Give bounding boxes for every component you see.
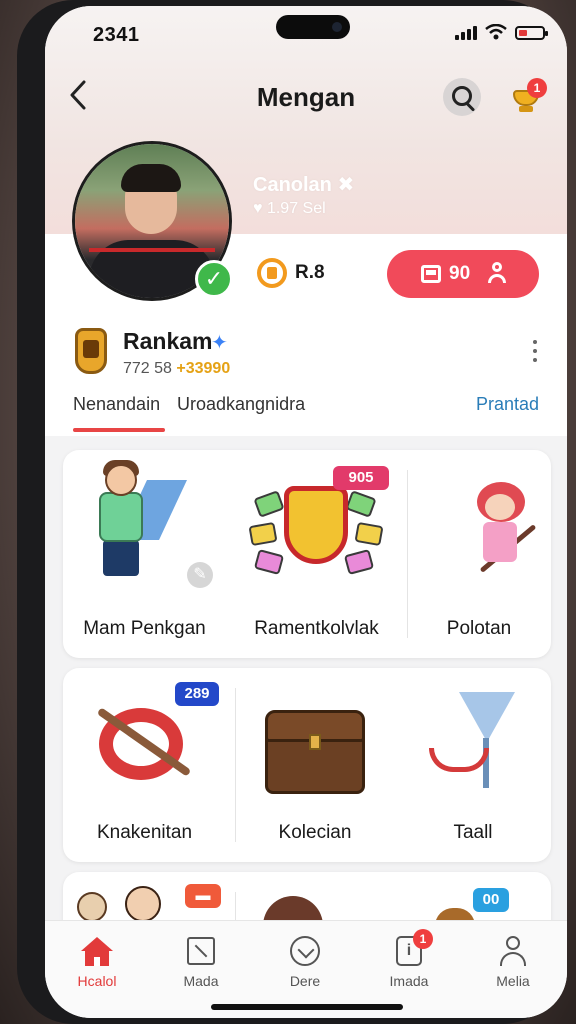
grid-item-mam-penkgan[interactable]: ✎ xyxy=(63,450,226,610)
battery-icon xyxy=(515,26,548,40)
rank-emblem-icon xyxy=(75,328,107,374)
star-icon: ✦ xyxy=(211,332,228,354)
coin-value: R.8 xyxy=(295,262,325,283)
nav-label: Melia xyxy=(496,973,530,989)
grid-item-label: Taall xyxy=(453,822,493,843)
home-indicator[interactable] xyxy=(211,1004,403,1010)
nav-item-melia[interactable]: Melia xyxy=(461,935,565,989)
home-icon xyxy=(81,935,113,967)
camera-icon xyxy=(332,22,342,32)
ticket-icon xyxy=(421,265,441,283)
add-friend-icon xyxy=(487,262,507,284)
status-time: 2341 xyxy=(93,24,140,46)
notification-count-badge: 1 xyxy=(527,78,547,98)
grid-item-label: Knakenitan xyxy=(96,822,193,843)
nav-label: Mada xyxy=(183,973,219,989)
edit-icon[interactable]: ✎ xyxy=(187,562,213,588)
heart-icon xyxy=(289,935,321,967)
item-count-badge: 00 xyxy=(473,888,509,912)
wifi-icon xyxy=(485,24,507,40)
nav-item-home[interactable]: Hcalol xyxy=(45,935,149,989)
feature-card-row-2: 289 Knakenitan Kolecian Taall xyxy=(63,668,551,862)
follow-button-label: 90 xyxy=(449,263,471,284)
grid-item-polotan[interactable] xyxy=(407,450,551,610)
page-title: Mengan xyxy=(256,82,356,112)
nav-item-dere[interactable]: Dere xyxy=(253,935,357,989)
more-options-icon[interactable] xyxy=(531,340,539,367)
info-icon: i 1 xyxy=(393,929,433,967)
item-count-badge: 289 xyxy=(175,682,219,706)
tab-prantad[interactable]: Prantad xyxy=(476,394,539,415)
grid-item-kolecian[interactable] xyxy=(235,668,395,818)
grid-item-taall[interactable] xyxy=(395,668,551,818)
grid-item-label: Kolecian xyxy=(278,822,352,843)
verified-check-icon: ✓ xyxy=(195,260,233,298)
app-screen: 2341 Mengan 1 ✓ Canolan ✖ ♥ 1.97 Sel R.8… xyxy=(45,6,567,1018)
profile-stats: ♥ 1.97 Sel xyxy=(253,200,326,217)
status-icons xyxy=(455,24,548,40)
character-icon xyxy=(77,892,107,922)
hot-badge: ▬ xyxy=(185,884,221,908)
nav-badge: 1 xyxy=(413,929,433,949)
follow-button[interactable]: 90 xyxy=(387,250,539,298)
box-icon xyxy=(185,935,217,967)
rank-stats: 772 58 +33990 xyxy=(123,360,230,378)
nav-label: Dere xyxy=(289,973,321,989)
coin-icon xyxy=(257,258,287,288)
funnel-trophy-icon xyxy=(459,692,515,742)
tab-nenandain[interactable]: Nenandain xyxy=(73,394,160,415)
search-button[interactable] xyxy=(443,78,481,116)
rank-points: +33990 xyxy=(176,360,231,377)
profile-name: Canolan ✖ xyxy=(253,174,355,196)
rank-title: Rankam xyxy=(123,328,213,354)
phone-frame: 2341 Mengan 1 ✓ Canolan ✖ ♥ 1.97 Sel R.8… xyxy=(17,0,567,1024)
character-icon xyxy=(125,886,161,922)
shield-trophy-icon xyxy=(284,486,348,564)
grid-item-label: Polotan xyxy=(446,618,512,639)
active-tab-indicator xyxy=(73,428,165,432)
tab-uroadkangnidra[interactable]: Uroadkangnidra xyxy=(177,394,305,415)
item-count-badge: 905 xyxy=(333,466,389,490)
nav-item-imada[interactable]: i 1 Imada xyxy=(357,929,461,989)
feature-card-row-1: ✎ Mam Penkgan 905 Ramentkolvlak Polotan xyxy=(63,450,551,658)
grid-item-label: Ramentkolvlak xyxy=(254,618,379,639)
nav-label: Hcalol xyxy=(77,973,117,989)
grid-item-label: Mam Penkgan xyxy=(83,618,206,639)
rank-stat-a: 772 58 xyxy=(123,360,172,377)
signal-icon xyxy=(455,24,477,40)
player-illustration-icon xyxy=(99,492,143,542)
person-icon xyxy=(497,935,529,967)
dynamic-island xyxy=(276,15,350,39)
nav-label: Imada xyxy=(389,973,429,989)
nav-item-mada[interactable]: Mada xyxy=(149,935,253,989)
